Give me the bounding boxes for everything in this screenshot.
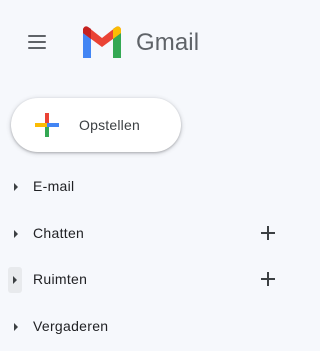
nav-item-chat[interactable]: Chatten [0,215,284,251]
hamburger-menu-icon [28,35,46,37]
add-space-plus-icon[interactable] [259,270,277,288]
compose-button[interactable]: Opstellen [11,98,181,152]
nav-item-label: Ruimten [33,271,88,287]
caret-right-icon[interactable] [10,320,22,332]
nav-item-email[interactable]: E-mail [0,168,284,204]
hamburger-menu-icon-bar [28,41,46,43]
nav-item-spaces[interactable]: Ruimten [0,261,284,297]
caret-right-icon[interactable] [10,180,22,192]
app-header: Gmail [0,0,284,86]
caret-right-icon[interactable] [9,273,21,285]
nav-item-label: E-mail [33,178,75,194]
hamburger-menu-icon-bar [28,47,46,49]
gmail-logo-icon[interactable] [80,25,124,59]
app-title[interactable]: Gmail [136,28,199,58]
compose-label: Opstellen [79,117,140,133]
add-chat-plus-icon[interactable] [259,224,277,242]
nav-item-label: Chatten [33,225,85,241]
main-menu-button[interactable] [24,30,50,54]
caret-right-icon[interactable] [10,227,22,239]
nav-item-meet[interactable]: Vergaderen [0,308,284,344]
colorful-plus-icon [33,111,61,139]
nav-item-label: Vergaderen [33,318,109,334]
